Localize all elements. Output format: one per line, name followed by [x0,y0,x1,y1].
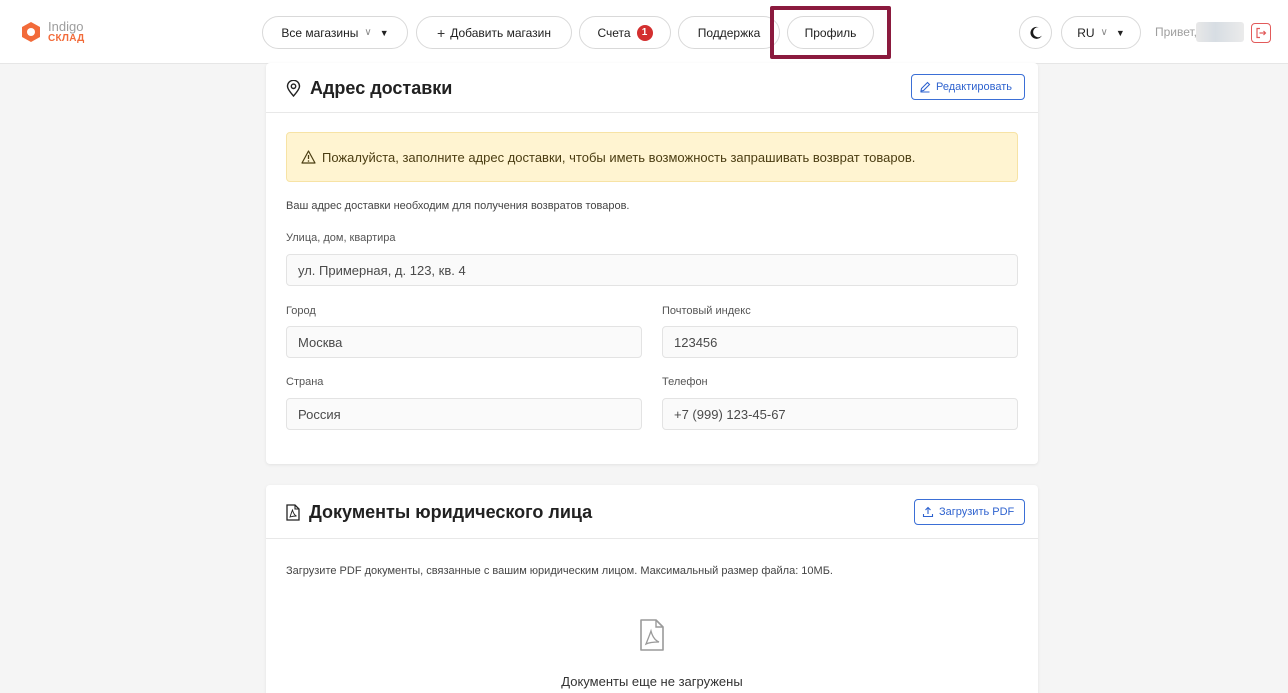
support-button[interactable]: Поддержка [678,16,780,49]
theme-toggle-button[interactable] [1019,16,1052,49]
logout-button[interactable] [1251,23,1271,43]
moon-icon [1029,26,1042,39]
support-label: Поддержка [697,25,761,40]
phone-input[interactable]: +7 (999) 123-45-67 [662,398,1018,430]
logout-icon [1256,27,1267,39]
empty-documents-text: Документы еще не загружены [561,674,743,689]
documents-card-header: Документы юридического лица Загрузить PD… [266,485,1038,539]
delivery-help-text: Ваш адрес доставки необходим для получен… [286,200,630,212]
greeting-text: Привет, [1155,25,1198,39]
edit-address-label: Редактировать [936,81,1012,93]
zip-input[interactable]: 123456 [662,326,1018,358]
caret-down-icon: ▼ [379,27,389,38]
delivery-title-text: Адрес доставки [310,78,453,98]
caret-down-icon: ▼ [1115,27,1125,38]
profile-label: Профиль [804,25,857,40]
invoices-button[interactable]: Счета 1 [579,16,671,49]
chevron-down-icon: ∨ [364,27,372,38]
warning-alert-text: Пожалуйста, заполните адрес доставки, чт… [322,149,916,165]
top-navbar: Indigo СКЛАД Все магазины ∨ ▼ + Добавить… [0,0,1288,64]
add-store-label: Добавить магазин [450,25,551,40]
user-name-blurred [1196,22,1244,42]
delivery-address-card: Адрес доставки Редактировать Пожалуйста,… [266,63,1038,464]
language-label: RU [1077,25,1095,40]
legal-documents-card: Документы юридического лица Загрузить PD… [266,485,1038,693]
country-input[interactable]: Россия [286,398,642,430]
phone-label: Телефон [662,376,708,388]
upload-pdf-button[interactable]: Загрузить PDF [914,499,1025,525]
empty-pdf-icon [640,619,664,651]
street-label: Улица, дом, квартира [286,232,396,244]
add-store-button[interactable]: + Добавить магазин [416,16,572,49]
delivery-title: Адрес доставки [286,78,452,99]
pdf-file-icon [286,504,300,521]
invoices-label: Счета [597,25,631,40]
language-dropdown[interactable]: RU ∨ ▼ [1061,16,1141,49]
logo-name: Indigo [48,19,84,34]
edit-address-button[interactable]: Редактировать [911,74,1025,100]
stores-dropdown[interactable]: Все магазины ∨ ▼ [262,16,408,49]
plus-icon: + [437,24,446,41]
documents-title-text: Документы юридического лица [309,502,593,522]
city-input[interactable]: Москва [286,326,642,358]
logo-subname: СКЛАД [48,33,85,44]
street-input[interactable]: ул. Примерная, д. 123, кв. 4 [286,254,1018,286]
location-pin-icon [286,80,301,97]
invoices-badge: 1 [636,24,653,41]
stores-dropdown-label: Все магазины [281,25,359,40]
upload-icon [922,506,934,518]
country-label: Страна [286,376,324,388]
warning-icon [301,150,316,164]
warning-alert: Пожалуйста, заполните адрес доставки, чт… [286,132,1018,182]
logo[interactable]: Indigo СКЛАД [20,16,85,48]
profile-button[interactable]: Профиль [787,16,874,49]
logo-hexagon-icon [22,22,40,42]
chevron-down-icon: ∨ [1100,27,1108,38]
delivery-card-header: Адрес доставки Редактировать [266,63,1038,113]
upload-pdf-label: Загрузить PDF [939,506,1015,518]
city-label: Город [286,305,316,317]
documents-title: Документы юридического лица [286,502,592,523]
documents-description: Загрузите PDF документы, связанные с ваш… [286,565,833,577]
pencil-icon [920,81,931,93]
zip-label: Почтовый индекс [662,305,751,317]
